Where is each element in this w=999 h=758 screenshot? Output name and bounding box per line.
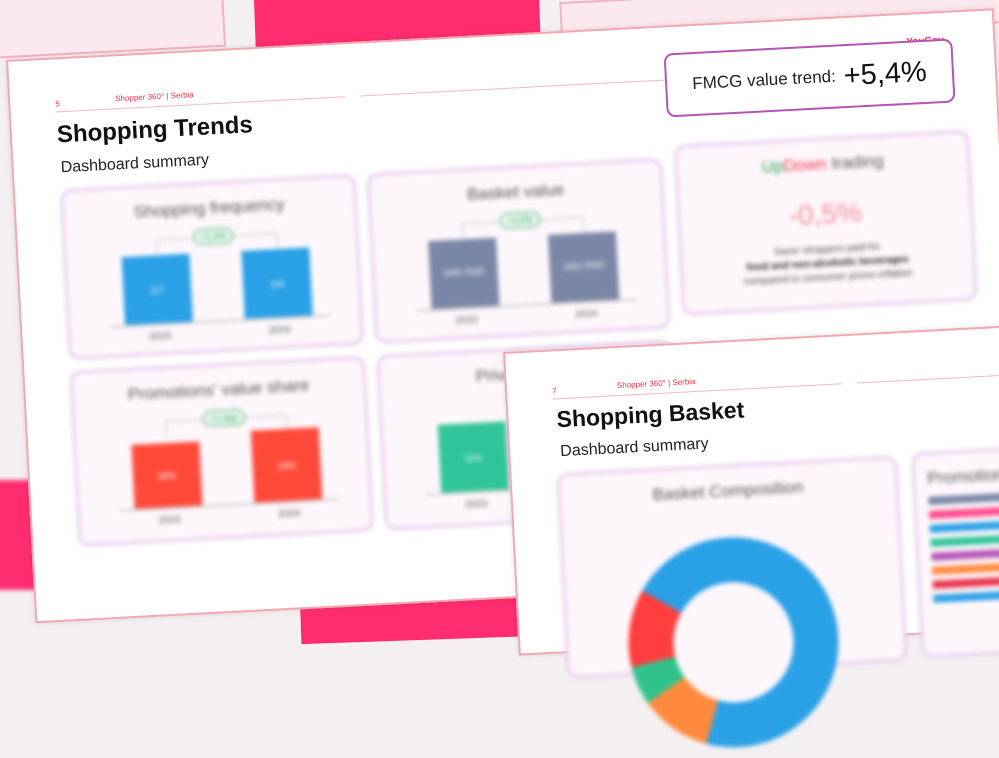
title-up: Up	[761, 156, 784, 177]
trend-label: FMCG value trend:	[691, 66, 837, 94]
page-subtitle: Dashboard summary	[60, 151, 210, 177]
card-updown-trading: UpDown trading -0,5% Saver shoppers paid…	[673, 129, 978, 316]
slide-breadcrumb: Shopper 360° | Serbia	[114, 90, 194, 104]
stacked-bar	[931, 545, 999, 561]
fmcg-trend-box: FMCG value trend: +5,4%	[663, 38, 956, 118]
card-title: Promotions	[926, 464, 999, 488]
year-label: 2023	[455, 314, 478, 327]
stacked-bar	[932, 573, 999, 589]
card-shopping-frequency: Shopping frequency +1,4% 117 119 2023 20…	[59, 173, 365, 361]
title-down: Down	[782, 154, 828, 176]
header-divider-right	[857, 373, 999, 384]
delta-badge: +1,4%	[193, 227, 234, 246]
slide-number: 5	[55, 99, 61, 109]
year-label: 2023	[464, 498, 488, 511]
stacked-bar	[929, 517, 999, 533]
slide-breadcrumb: Shopper 360° | Serbia	[616, 376, 696, 391]
card-title: Shopping frequency	[133, 194, 286, 222]
year-label: 2024	[268, 324, 292, 337]
slide-shopping-basket: 7 Shopper 360° | Serbia Shopping Basket …	[503, 324, 999, 753]
stacked-bar	[930, 531, 999, 547]
stacked-bar	[931, 559, 999, 575]
header-divider-left	[552, 383, 843, 400]
title-rest: trading	[826, 151, 884, 174]
header-divider-left	[55, 96, 346, 113]
year-label: 2023	[158, 514, 181, 527]
card-promotions-share: Promotions' value share +1,4pp 28% 29% 2…	[69, 355, 375, 547]
trading-value: -0,5%	[787, 196, 863, 232]
page-subtitle: Dashboard summary	[559, 435, 710, 461]
trend-value: +5,4%	[842, 55, 928, 92]
card-title: Basket Composition	[652, 477, 805, 505]
stacked-bar	[933, 587, 999, 603]
delta-badge: +1,4pp	[202, 409, 246, 428]
year-label: 2024	[574, 308, 598, 321]
page-title: Shopping Trends	[56, 111, 254, 149]
stacked-bar	[928, 489, 999, 505]
card-basket-value: Basket value +4,0% 1491 RSD 1551 RSD 202…	[366, 157, 671, 345]
year-label: 2023	[148, 330, 172, 343]
slide-number: 7	[551, 386, 557, 396]
card-title: Promotions' value share	[127, 375, 310, 405]
delta-badge: +4,0%	[499, 211, 541, 230]
page-title: Shopping Basket	[555, 396, 745, 433]
card-title: UpDown trading	[677, 147, 968, 182]
stacked-bar	[928, 503, 999, 519]
card-basket-composition: Basket Composition	[556, 455, 908, 753]
card-promotions: Promotions	[910, 445, 999, 659]
card-title: Basket value	[466, 179, 565, 205]
year-label: 2024	[277, 508, 301, 521]
composition-donut-chart	[623, 531, 844, 753]
